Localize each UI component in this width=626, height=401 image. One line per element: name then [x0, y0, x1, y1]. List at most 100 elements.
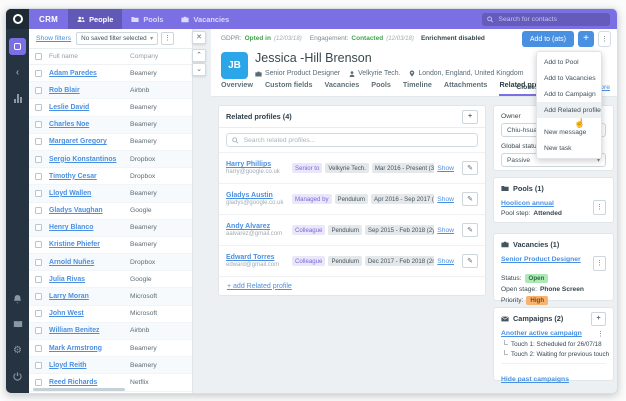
contact-name-link[interactable]: William Benitez [49, 327, 99, 334]
row-checkbox[interactable] [35, 276, 42, 283]
app-logo[interactable] [6, 9, 29, 29]
contact-name-link[interactable]: Rob Blair [49, 87, 80, 94]
contact-name-link[interactable]: Arnold Nuñes [49, 259, 94, 266]
add-related-profile-button[interactable]: + [462, 110, 478, 124]
related-search-input[interactable] [242, 136, 472, 145]
contact-name-link[interactable]: Timothy Cesar [49, 173, 97, 180]
filter-kebab-button[interactable]: ⋮ [161, 32, 174, 45]
profile-company[interactable]: Velkyrie Tech. [358, 70, 400, 77]
contact-name-link[interactable]: Charles Noe [49, 121, 89, 128]
contact-name-link[interactable]: Adam Paredes [49, 70, 97, 77]
vacancy-kebab-button[interactable]: ⋮ [593, 256, 606, 271]
show-link[interactable]: Show [437, 227, 454, 234]
menu-item[interactable]: Add to Campaign [537, 86, 601, 102]
related-name-link[interactable]: Edward Torres [226, 254, 292, 261]
menu-item[interactable]: New message [537, 124, 601, 140]
saved-filter-select[interactable]: No saved filter selected▾ [76, 32, 158, 45]
edit-related-button[interactable]: ✎ [462, 161, 478, 175]
row-checkbox[interactable] [35, 87, 42, 94]
menu-item[interactable]: Add to Pool [537, 54, 601, 70]
sidebar-item-analytics[interactable] [9, 90, 26, 107]
tab-custom-fields[interactable]: Custom fields [265, 80, 313, 96]
vacancy-link[interactable]: Senior Product Designer [501, 256, 581, 263]
tab-pools[interactable]: Pools [371, 80, 391, 96]
edit-related-button[interactable]: ✎ [462, 223, 478, 237]
row-checkbox[interactable] [35, 138, 42, 145]
contact-row[interactable]: John West Microsoft [29, 306, 192, 323]
related-search[interactable] [226, 133, 478, 147]
contact-name-link[interactable]: Gladys Vaughan [49, 207, 103, 214]
column-header-company[interactable]: Company [130, 53, 158, 60]
row-checkbox[interactable] [35, 70, 42, 77]
show-filters-link[interactable]: Show filters [36, 35, 71, 42]
contact-name-link[interactable]: Leslie David [49, 104, 89, 111]
show-link[interactable]: Show [437, 165, 454, 172]
sidebar-item-logout[interactable] [9, 368, 26, 385]
related-name-link[interactable]: Harry Phillips [226, 161, 292, 168]
contact-row[interactable]: William Benitez Airbnb [29, 323, 192, 340]
add-button[interactable]: + [578, 31, 594, 47]
edit-related-button[interactable]: ✎ [462, 192, 478, 206]
contact-name-link[interactable]: John West [49, 310, 84, 317]
contact-name-link[interactable]: Mark Armstrong [49, 345, 102, 352]
contact-row[interactable]: Gladys Vaughan Google [29, 203, 192, 220]
edit-related-button[interactable]: ✎ [462, 254, 478, 268]
column-header-name[interactable]: Full name [49, 53, 78, 60]
row-checkbox[interactable] [35, 259, 42, 266]
row-checkbox[interactable] [35, 173, 42, 180]
contact-name-link[interactable]: Margaret Gregory [49, 138, 107, 145]
menu-item[interactable]: New task [537, 140, 601, 156]
row-checkbox[interactable] [35, 121, 42, 128]
next-contact-button[interactable]: ⌄ [192, 63, 206, 76]
add-to-ats-button[interactable]: Add to (ats) [522, 31, 574, 47]
row-checkbox[interactable] [35, 362, 42, 369]
campaign-link[interactable]: Another active campaign [501, 330, 582, 337]
tab-vacancies[interactable]: Vacancies [325, 80, 360, 96]
row-checkbox[interactable] [35, 156, 42, 163]
related-name-link[interactable]: Andy Alvarez [226, 223, 292, 230]
sidebar-item-knowledge[interactable] [9, 316, 26, 333]
row-checkbox[interactable] [35, 104, 42, 111]
sidebar-collapse-button[interactable]: ‹ [9, 64, 26, 81]
contact-row[interactable]: Larry Moran Microsoft [29, 288, 192, 305]
add-related-profile-link[interactable]: + add Related profile [227, 283, 292, 290]
sidebar-item-crm[interactable] [9, 38, 26, 55]
row-checkbox[interactable] [35, 241, 42, 248]
contact-row[interactable]: Julia Rivas Google [29, 271, 192, 288]
row-checkbox[interactable] [35, 224, 42, 231]
contact-row[interactable]: Charles Noe Beamery [29, 117, 192, 134]
tab-attachments[interactable]: Attachments [444, 80, 488, 96]
global-search[interactable] [482, 13, 610, 26]
contact-name-link[interactable]: Henry Blanco [49, 224, 93, 231]
contact-name-link[interactable]: Julia Rivas [49, 276, 85, 283]
contact-row[interactable]: Henry Blanco Beamery [29, 220, 192, 237]
contact-row[interactable]: Adam Paredes Beamery [29, 65, 192, 82]
contact-row[interactable]: Kristine Phiefer Beamery [29, 237, 192, 254]
contact-row[interactable]: Arnold Nuñes Dropbox [29, 254, 192, 271]
contact-name-link[interactable]: Kristine Phiefer [49, 241, 100, 248]
contact-name-link[interactable]: Larry Moran [49, 293, 89, 300]
pool-kebab-button[interactable]: ⋮ [593, 200, 606, 215]
horizontal-scrollbar[interactable] [33, 388, 125, 391]
row-checkbox[interactable] [35, 345, 42, 352]
row-checkbox[interactable] [35, 293, 42, 300]
close-list-button[interactable]: ✕ [192, 31, 206, 44]
contact-row[interactable]: Leslie David Beamery [29, 99, 192, 116]
contact-name-link[interactable]: Lloyd Wallen [49, 190, 91, 197]
contact-name-link[interactable]: Sergio Konstantinos [49, 156, 116, 163]
menu-item[interactable]: Add Related profile [537, 102, 601, 118]
hide-past-campaigns-link[interactable]: Hide past campaigns [501, 376, 569, 383]
top-tab-pools[interactable]: Pools [122, 9, 172, 29]
contact-row[interactable]: Lloyd Wallen Beamery [29, 185, 192, 202]
global-search-input[interactable] [496, 15, 605, 24]
row-checkbox[interactable] [35, 190, 42, 197]
tab-overview[interactable]: Overview [221, 80, 253, 96]
row-checkbox[interactable] [35, 310, 42, 317]
contact-row[interactable]: Timothy Cesar Dropbox [29, 168, 192, 185]
show-link[interactable]: Show [437, 196, 454, 203]
pool-link[interactable]: Hoolicon annual [501, 200, 562, 207]
contact-row[interactable]: Rob Blair Airbnb [29, 82, 192, 99]
top-tab-people[interactable]: People [68, 9, 122, 29]
contact-name-link[interactable]: Lloyd Reith [49, 362, 87, 369]
previous-contact-button[interactable]: ⌃ [192, 49, 206, 62]
